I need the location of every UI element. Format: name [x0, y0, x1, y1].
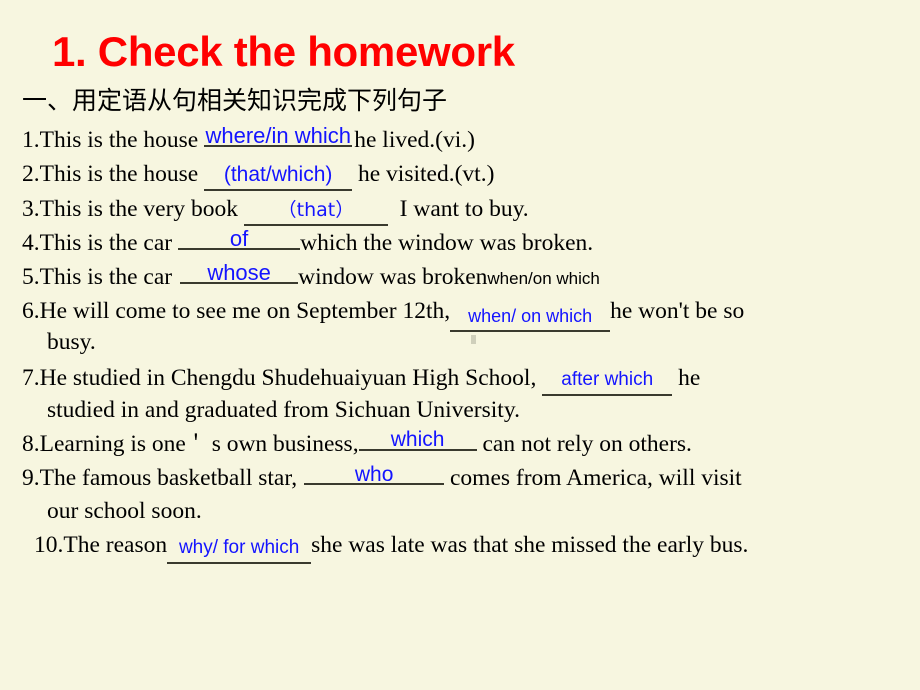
exercise-item-6: 6.He will come to see me on September 12… [22, 297, 745, 332]
answer-blank-3[interactable]: （that） [243, 196, 388, 226]
exercise-text-before-6: He will come to see me on September 12th… [39, 298, 451, 324]
exercise-text-before-8b: s own business, [211, 431, 359, 457]
exercise-wrap-text-6: busy. [47, 329, 96, 355]
exercise-text-after-4: which the window was broken. [300, 230, 594, 256]
fullwidth-apostrophe-8: ＇ [185, 432, 206, 456]
exercise-number-5: 5. [22, 264, 40, 290]
slide-canvas: 1. Check the homework 一、用定语从句相关知识完成下列句子 … [0, 0, 920, 690]
page-title: 1. Check the homework [52, 28, 515, 75]
exercise-text-after-6: he won't be so [610, 298, 745, 324]
exercise-item-7: 7.He studied in Chengdu Shudehuaiyuan Hi… [22, 364, 700, 396]
exercise-text-after-9: comes from America, will visit [449, 465, 742, 491]
exercise-text-after-10: she was late was that she missed the ear… [311, 532, 749, 558]
exercise-item-7-wrap: studied in and graduated from Sichuan Un… [47, 396, 520, 424]
exercise-item-9-wrap: our school soon. [47, 497, 202, 525]
exercise-text-before-3: This is the very book [39, 196, 239, 222]
exercise-number-2: 2. [22, 161, 40, 187]
exercise-item-1: 1.This is the house where/in which he li… [22, 123, 475, 154]
exercise-text-before-7: He studied in Chengdu Shudehuaiyuan High… [39, 365, 537, 391]
exercise-text-after-8: can not rely on others. [482, 431, 692, 457]
exercise-number-3: 3. [22, 196, 40, 222]
exercise-text-after-5: window was broken [298, 264, 488, 290]
answer-text-5: whose [207, 260, 271, 285]
exercise-item-10: 10.The reason why/ for which she was late … [34, 531, 749, 564]
exercise-number-9: 9. [22, 465, 40, 491]
exercise-text-before-5: This is the car [39, 264, 173, 290]
exercise-text-before-4: This is the car [39, 230, 173, 256]
exercise-text-before-9: The famous basketball star, [39, 465, 298, 491]
answer-text-8: which [390, 428, 445, 451]
exercise-text-before-8a: Learning is one [39, 431, 186, 457]
exercise-item-4: 4.This is the car of which the window wa… [22, 226, 594, 257]
exercise-text-after-7: he [678, 365, 701, 391]
answer-blank-1[interactable]: where/in which [204, 123, 353, 148]
answer-blank-10[interactable]: why/ for which [167, 534, 312, 564]
exercise-number-8: 8. [22, 431, 40, 457]
exercise-number-1: 1. [22, 127, 40, 153]
exercise-wrap-text-7: studied in and graduated from Sichuan Un… [47, 397, 520, 423]
answer-blank-5[interactable]: whose [180, 260, 299, 285]
exercise-item-2: 2.This is the house (that/which) he visi… [22, 160, 494, 191]
exercise-item-5: 5.This is the car whose window was broke… [22, 260, 600, 293]
exercise-text-before-2: This is the house [39, 161, 199, 187]
exercise-number-7: 7. [22, 365, 40, 391]
exercise-text-after-2: he visited.(vt.) [358, 161, 495, 187]
exercise-item-9: 9.The famous basketball star, who comes … [22, 463, 742, 492]
exercise-text-after-3: I want to buy. [399, 196, 529, 222]
answer-blank-7[interactable]: after which [542, 366, 673, 396]
render-artifact [471, 335, 476, 344]
annotation-5: when/on which [487, 269, 600, 288]
exercise-text-after-1: he lived.(vi.) [354, 127, 475, 153]
exercise-item-3: 3.This is the very book （that） I want to… [22, 195, 529, 226]
instruction-chinese: 一、用定语从句相关知识完成下列句子 [22, 86, 448, 115]
answer-text-9: who [354, 463, 394, 486]
answer-blank-4[interactable]: of [178, 226, 301, 251]
exercise-text-before-1: This is the house [39, 127, 199, 153]
answer-blank-6[interactable]: when/ on which [450, 302, 611, 332]
answer-text-4: of [229, 226, 249, 251]
exercise-number-6: 6. [22, 298, 40, 324]
answer-blank-8[interactable]: which [358, 428, 477, 451]
exercise-item-6-wrap: busy. [47, 328, 96, 356]
exercise-item-8: 8.Learning is one＇ s own business, which… [22, 428, 692, 458]
exercise-text-before-10: The reason [63, 532, 168, 558]
answer-blank-9[interactable]: who [304, 463, 445, 486]
answer-text-1: where/in which [205, 123, 352, 148]
answer-blank-2[interactable]: (that/which) [204, 161, 353, 191]
exercise-wrap-text-9: our school soon. [47, 498, 202, 524]
exercise-number-4: 4. [22, 230, 40, 256]
exercise-number-10: 10. [34, 532, 64, 558]
